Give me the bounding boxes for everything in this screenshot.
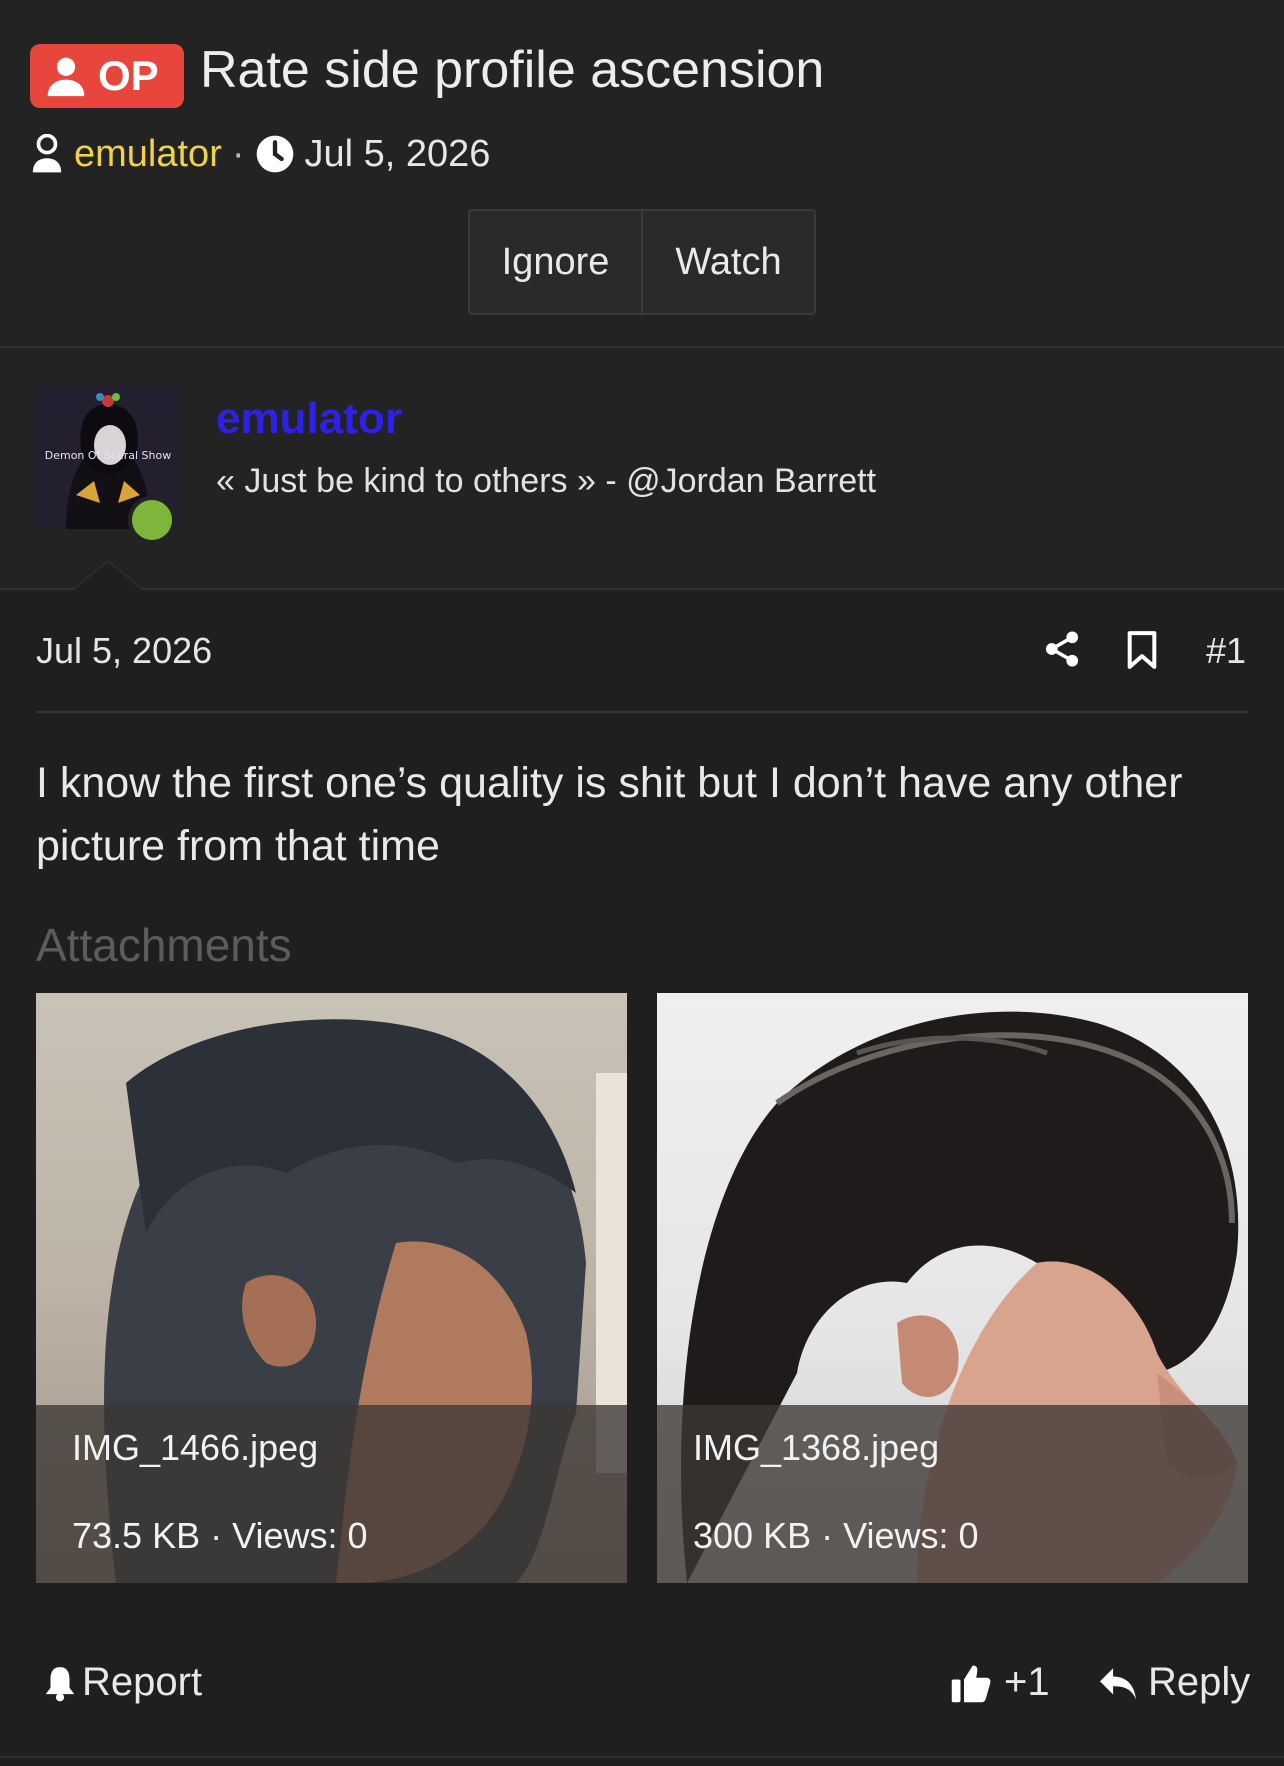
reply-icon: [1100, 1667, 1136, 1699]
reply-button[interactable]: Reply: [1098, 1660, 1250, 1705]
avatar-caption: Demon Of Sceral Show: [45, 449, 171, 462]
share-icon[interactable]: [1044, 630, 1080, 668]
post-username[interactable]: emulator: [216, 394, 402, 444]
report-button[interactable]: Report: [44, 1660, 202, 1705]
user-signature: « Just be kind to others » - @Jordan Bar…: [216, 462, 877, 500]
bell-icon: [45, 1666, 75, 1701]
thread-author-link[interactable]: emulator: [74, 133, 222, 176]
post-number[interactable]: #1: [1206, 630, 1246, 672]
divider: [36, 711, 1248, 713]
post-body: I know the first one’s quality is shit b…: [36, 759, 1183, 870]
attachment-info: 300 KB · Views: 0: [693, 1515, 979, 1556]
like-count: +1: [1004, 1660, 1050, 1704]
pointer-arrow-inner: [74, 562, 142, 590]
ignore-button[interactable]: Ignore: [470, 211, 641, 313]
attachment-filename[interactable]: IMG_1466.jpeg: [72, 1427, 318, 1469]
thumbs-up-icon: [951, 1665, 991, 1702]
user-icon: [47, 57, 85, 97]
op-badge-label: OP: [98, 52, 159, 99]
watch-button[interactable]: Watch: [641, 211, 814, 313]
thread-date: Jul 5, 2026: [304, 132, 491, 175]
divider: [0, 588, 1284, 590]
user-icon: [32, 134, 62, 173]
like-button[interactable]: +1: [950, 1660, 1050, 1705]
bookmark-icon[interactable]: [1126, 630, 1158, 670]
thread-meta: emulator · Jul 5, 2026: [30, 132, 490, 176]
attachment-info: 73.5 KB · Views: 0: [72, 1515, 368, 1556]
divider: [0, 346, 1284, 348]
attachment-thumbnail[interactable]: IMG_1368.jpeg 300 KB · Views: 0: [657, 993, 1248, 1583]
clock-icon: [256, 135, 293, 173]
report-label: Report: [82, 1660, 203, 1704]
reply-label: Reply: [1148, 1660, 1251, 1704]
divider: [0, 1756, 1284, 1758]
attachments-label: Attachments: [36, 919, 292, 971]
thread-actions: Ignore Watch: [468, 209, 816, 315]
online-indicator: [128, 496, 176, 544]
meta-separator: ·: [231, 132, 245, 175]
post-date[interactable]: Jul 5, 2026: [36, 630, 212, 672]
attachment-filename[interactable]: IMG_1368.jpeg: [693, 1427, 939, 1469]
op-badge: OP: [30, 44, 184, 108]
attachment-thumbnail[interactable]: IMG_1466.jpeg 73.5 KB · Views: 0: [36, 993, 627, 1583]
thread-title: Rate side profile ascension: [200, 41, 825, 99]
